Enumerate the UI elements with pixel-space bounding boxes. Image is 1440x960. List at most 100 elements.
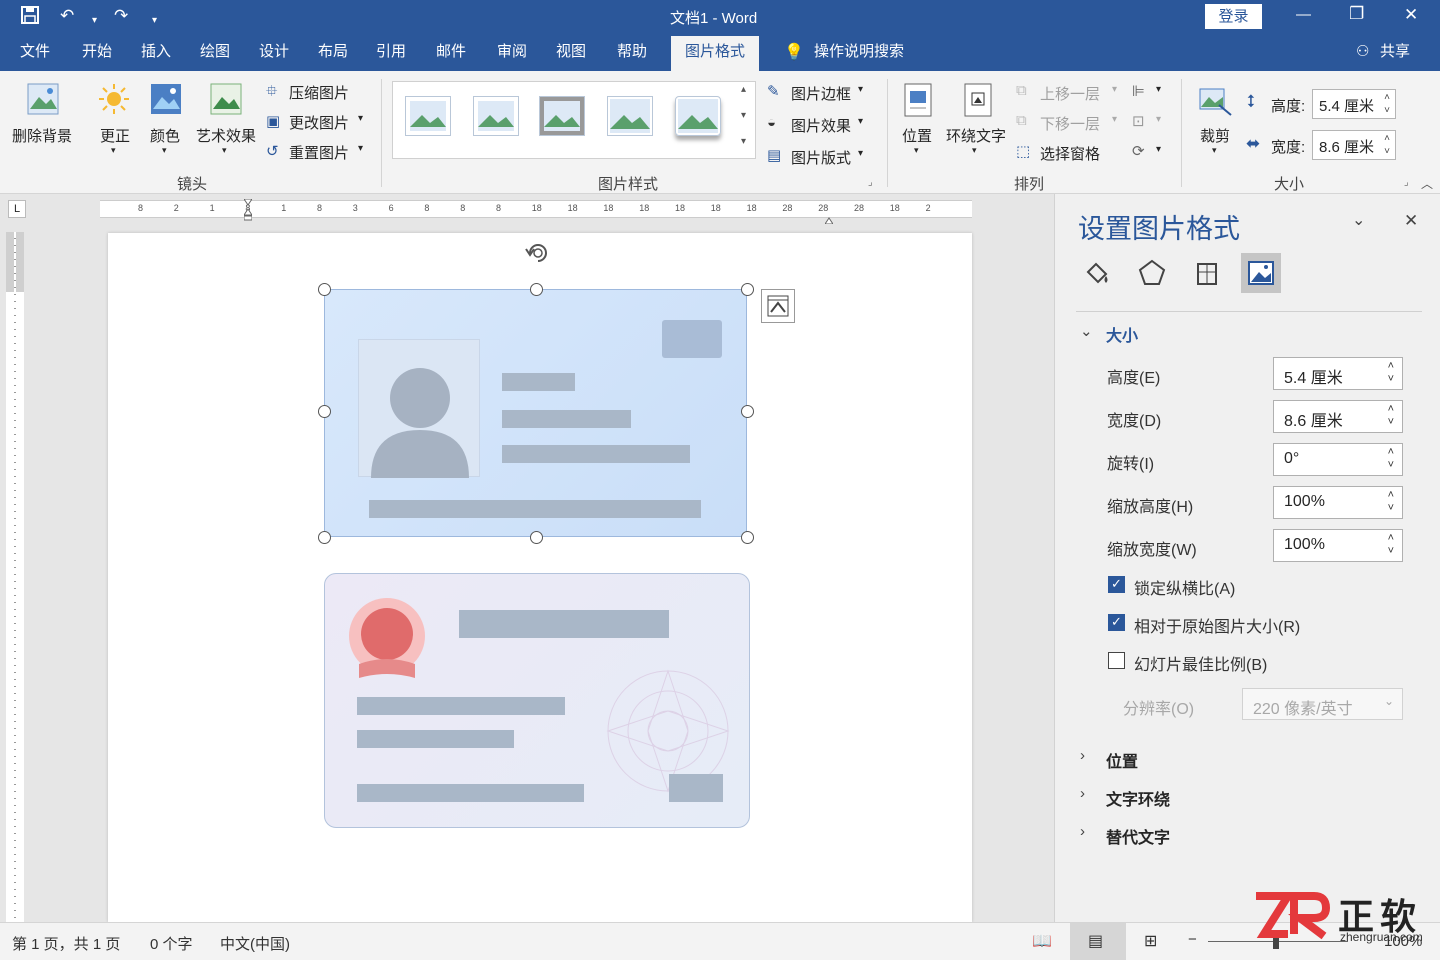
position-button[interactable]: 位置 bbox=[902, 125, 932, 146]
text-wrap-section-header[interactable]: 文字环绕 bbox=[1106, 786, 1170, 810]
picture-effects-dropdown-icon[interactable]: ▾ bbox=[858, 116, 863, 127]
size-dialog-launcher-icon[interactable]: ⌟ bbox=[1404, 177, 1409, 188]
web-layout-icon[interactable]: ⊞ bbox=[1144, 931, 1157, 951]
alt-text-section-chevron-icon[interactable]: › bbox=[1080, 823, 1085, 840]
group-objects-icon[interactable]: ⊡ bbox=[1132, 112, 1145, 130]
lock-aspect-checkbox[interactable]: ✓ bbox=[1108, 576, 1125, 593]
tab-references[interactable]: 引用 bbox=[376, 42, 406, 62]
align-dropdown-icon[interactable]: ▾ bbox=[1156, 84, 1161, 95]
resize-handle[interactable] bbox=[318, 531, 331, 544]
minimize-button[interactable]: — bbox=[1296, 6, 1311, 23]
resize-handle[interactable] bbox=[741, 531, 754, 544]
artistic-dropdown-icon[interactable]: ▾ bbox=[222, 145, 227, 156]
change-picture-dropdown-icon[interactable]: ▾ bbox=[358, 113, 363, 124]
tab-file[interactable]: 文件 bbox=[20, 42, 50, 62]
resolution-dropdown[interactable]: 220 像素/英寸 ⌄ bbox=[1242, 688, 1403, 720]
tab-home[interactable]: 开始 bbox=[82, 42, 112, 62]
send-backward-dropdown-icon[interactable]: ▾ bbox=[1112, 114, 1117, 125]
compress-pictures-button[interactable]: 压缩图片 bbox=[289, 82, 349, 103]
color-button[interactable]: 颜色 bbox=[150, 125, 180, 146]
pane-close-icon[interactable]: ✕ bbox=[1404, 211, 1418, 231]
spin-arrows-icon[interactable]: ˄ ˅ bbox=[1388, 446, 1394, 472]
picture-tab-icon[interactable] bbox=[1241, 253, 1281, 293]
group-dropdown-icon[interactable]: ▾ bbox=[1156, 114, 1161, 125]
width-field[interactable]: 8.6 厘米 ˄ ˅ bbox=[1273, 400, 1403, 433]
tab-draw[interactable]: 绘图 bbox=[200, 42, 230, 62]
send-backward-button[interactable]: 下移一层 bbox=[1040, 113, 1100, 134]
reset-picture-button[interactable]: 重置图片 bbox=[289, 142, 349, 163]
vertical-ruler[interactable] bbox=[6, 232, 24, 922]
tab-design[interactable]: 设计 bbox=[259, 42, 289, 62]
corrections-button[interactable]: 更正 bbox=[100, 125, 130, 146]
spin-arrows-icon[interactable]: ˄ ˅ bbox=[1384, 132, 1390, 158]
tab-layout[interactable]: 布局 bbox=[318, 42, 348, 62]
wrap-text-button[interactable]: 环绕文字 bbox=[946, 125, 1006, 146]
tab-picture-format[interactable]: 图片格式 bbox=[671, 36, 760, 71]
restore-button[interactable]: ❐ bbox=[1349, 4, 1364, 24]
undo-dropdown-icon[interactable]: ▾ bbox=[92, 10, 97, 32]
size-section-chevron-icon[interactable]: ⌄ bbox=[1080, 322, 1093, 340]
rotation-field[interactable]: 0° ˄ ˅ bbox=[1273, 443, 1403, 476]
tell-me-search[interactable]: 操作说明搜索 bbox=[814, 42, 904, 62]
gallery-down-icon[interactable]: ▾ bbox=[741, 110, 746, 121]
right-indent-marker-icon[interactable] bbox=[824, 211, 834, 225]
artistic-effects-button[interactable]: 艺术效果 bbox=[196, 125, 256, 146]
spin-arrows-icon[interactable]: ˄ ˅ bbox=[1388, 489, 1394, 515]
alt-text-section-header[interactable]: 替代文字 bbox=[1106, 824, 1170, 848]
size-section-header[interactable]: 大小 bbox=[1106, 322, 1138, 346]
change-picture-button[interactable]: 更改图片 bbox=[289, 112, 349, 133]
spin-arrows-icon[interactable]: ˄ ˅ bbox=[1388, 360, 1394, 386]
position-section-header[interactable]: 位置 bbox=[1106, 748, 1138, 772]
color-dropdown-icon[interactable]: ▾ bbox=[162, 145, 167, 156]
picture-layout-dropdown-icon[interactable]: ▾ bbox=[858, 148, 863, 159]
resize-handle[interactable] bbox=[318, 283, 331, 296]
resize-handle[interactable] bbox=[741, 283, 754, 296]
indent-marker-icon[interactable] bbox=[243, 198, 253, 221]
style-thumbnail[interactable] bbox=[675, 96, 721, 136]
fill-line-icon[interactable] bbox=[1082, 258, 1112, 288]
login-button[interactable]: 登录 bbox=[1205, 4, 1262, 29]
pane-options-chevron-icon[interactable]: ⌄ bbox=[1352, 210, 1365, 230]
word-count[interactable]: 0 个字 bbox=[150, 933, 193, 954]
resize-handle[interactable] bbox=[318, 405, 331, 418]
rotate-icon[interactable]: ⟳ bbox=[1132, 142, 1145, 160]
read-mode-icon[interactable]: 📖 bbox=[1032, 931, 1052, 951]
ribbon-width-input[interactable]: 8.6 厘米 ˄ ˅ bbox=[1312, 130, 1396, 160]
tab-help[interactable]: 帮助 bbox=[617, 42, 647, 62]
collapse-ribbon-icon[interactable]: ︿ bbox=[1421, 175, 1433, 192]
align-icon[interactable]: ⊫ bbox=[1132, 82, 1145, 100]
corrections-dropdown-icon[interactable]: ▾ bbox=[111, 145, 116, 156]
save-icon[interactable] bbox=[20, 5, 40, 31]
id-card-front-image[interactable] bbox=[324, 289, 747, 537]
remove-background-button[interactable]: 删除背景 bbox=[12, 125, 72, 146]
selection-pane-button[interactable]: 选择窗格 bbox=[1040, 143, 1100, 164]
bring-forward-dropdown-icon[interactable]: ▾ bbox=[1112, 84, 1117, 95]
resize-handle[interactable] bbox=[530, 283, 543, 296]
horizontal-ruler[interactable]: 8 2 1 8 1 8 3 6 8 8 8 18 18 18 18 18 18 18 28 28 28 18 2 bbox=[100, 198, 972, 225]
style-thumbnail[interactable] bbox=[539, 96, 585, 136]
text-wrap-section-chevron-icon[interactable]: › bbox=[1080, 785, 1085, 802]
wrap-text-dropdown-icon[interactable]: ▾ bbox=[972, 145, 977, 156]
picture-border-button[interactable]: 图片边框 bbox=[791, 83, 851, 104]
picture-layout-button[interactable]: 图片版式 bbox=[791, 147, 851, 168]
share-button[interactable]: 共享 bbox=[1380, 42, 1410, 62]
resize-handle[interactable] bbox=[741, 405, 754, 418]
scale-height-field[interactable]: 100% ˄ ˅ bbox=[1273, 486, 1403, 519]
ribbon-height-input[interactable]: 5.4 厘米 ˄ ˅ bbox=[1312, 89, 1396, 119]
style-thumbnail[interactable] bbox=[473, 96, 519, 136]
style-thumbnail[interactable] bbox=[405, 96, 451, 136]
picture-effects-button[interactable]: 图片效果 bbox=[791, 115, 851, 136]
rotate-handle-icon[interactable] bbox=[522, 239, 554, 269]
rotate-dropdown-icon[interactable]: ▾ bbox=[1156, 144, 1161, 155]
layout-properties-icon[interactable] bbox=[1192, 258, 1222, 288]
crop-dropdown-icon[interactable]: ▾ bbox=[1212, 145, 1217, 156]
position-section-chevron-icon[interactable]: › bbox=[1080, 747, 1085, 764]
gallery-more-icon[interactable]: ▾ bbox=[741, 136, 746, 147]
tab-insert[interactable]: 插入 bbox=[141, 42, 171, 62]
height-field[interactable]: 5.4 厘米 ˄ ˅ bbox=[1273, 357, 1403, 390]
redo-icon[interactable]: ↷ bbox=[114, 5, 128, 27]
spin-arrows-icon[interactable]: ˄ ˅ bbox=[1388, 532, 1394, 558]
picture-border-dropdown-icon[interactable]: ▾ bbox=[858, 84, 863, 95]
spin-arrows-icon[interactable]: ˄ ˅ bbox=[1384, 91, 1390, 117]
undo-icon[interactable]: ↶ bbox=[60, 5, 74, 27]
